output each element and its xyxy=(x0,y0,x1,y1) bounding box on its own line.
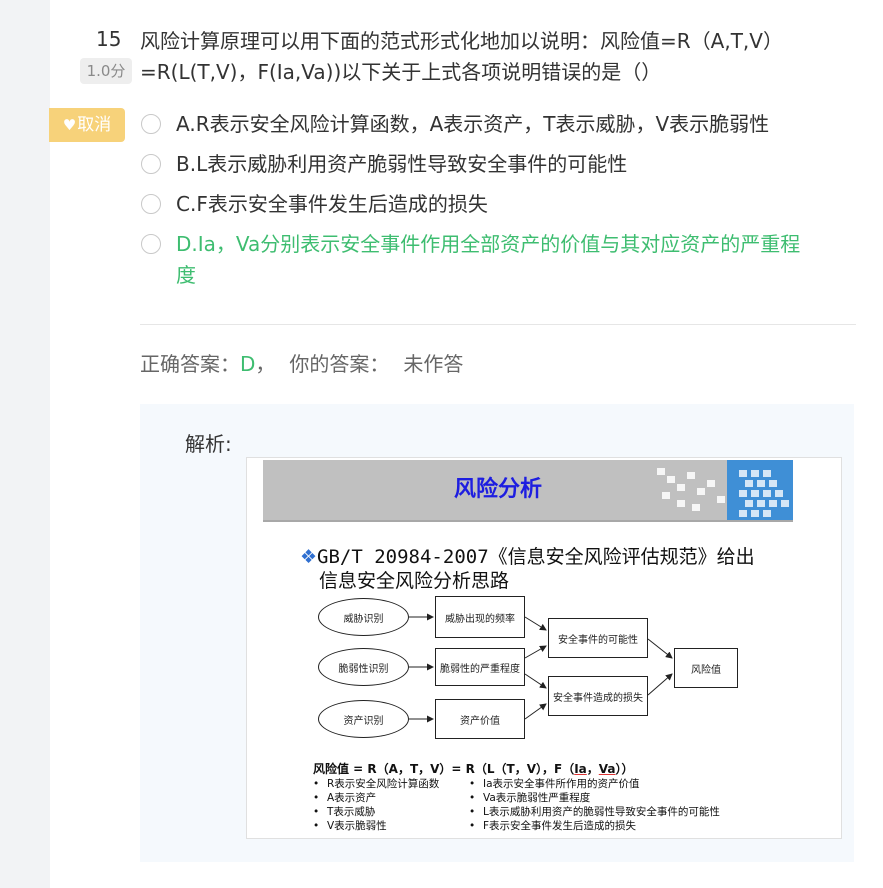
node-asset-identification: 资产识别 xyxy=(318,700,409,738)
node-vulnerability-identification: 脆弱性识别 xyxy=(318,648,409,686)
node-threat-frequency: 威胁出现的频率 xyxy=(435,596,525,638)
option-b-text: B.L表示威胁利用资产脆弱性导致安全事件的可能性 xyxy=(176,152,628,176)
legend-item: Va表示脆弱性严重程度 xyxy=(469,791,720,805)
correct-answer-value: D xyxy=(240,352,256,376)
favorite-label: 取消 xyxy=(77,115,112,135)
your-answer-label: 你的答案： xyxy=(289,352,390,376)
legend-item: A表示资产 xyxy=(313,791,439,805)
heart-icon: ♥ xyxy=(62,116,77,134)
option-b[interactable]: B.L表示威胁利用资产脆弱性导致安全事件的可能性 xyxy=(140,149,840,180)
left-sidebar-strip xyxy=(0,0,50,888)
option-c-text: C.F表示安全事件发生后造成的损失 xyxy=(176,192,488,216)
legend-left-list: R表示安全风险计算函数 A表示资产 T表示威胁 V表示脆弱性 xyxy=(313,777,439,833)
question-number: 15 xyxy=(96,27,122,51)
node-event-loss: 安全事件造成的损失 xyxy=(548,676,648,716)
option-a-text: A.R表示安全风险计算函数，A表示资产，T表示威胁，V表示脆弱性 xyxy=(176,112,770,136)
option-d[interactable]: D.Ia，Va分别表示安全事件作用全部资产的价值与其对应资产的严重程度 xyxy=(140,229,830,291)
legend-item: L表示威胁利用资产的脆弱性导致安全事件的可能性 xyxy=(469,805,720,819)
your-answer-value: 未作答 xyxy=(403,352,464,376)
node-asset-value: 资产价值 xyxy=(435,699,525,739)
question-score: 1.0分 xyxy=(80,58,132,84)
analysis-slide-image: 风险分析 ❖GB/T 20984-2007《信息安全风险评估规范》给出 信息安全… xyxy=(246,457,842,839)
legend-item: F表示安全事件发生后造成的损失 xyxy=(469,819,720,833)
section-divider xyxy=(140,324,856,325)
option-d-radio[interactable] xyxy=(141,234,161,254)
correct-answer-label: 正确答案： xyxy=(140,352,240,376)
option-b-radio[interactable] xyxy=(141,154,161,174)
legend-item: Ia表示安全事件所作用的资产价值 xyxy=(469,777,720,791)
node-vulnerability-severity: 脆弱性的严重程度 xyxy=(435,648,525,686)
option-a[interactable]: A.R表示安全风险计算函数，A表示资产，T表示威胁，V表示脆弱性 xyxy=(140,109,840,140)
node-risk-value: 风险值 xyxy=(674,648,738,688)
question-text: 风险计算原理可以用下面的范式形式化地加以说明：风险值=R（A,T,V）=R(L(… xyxy=(140,29,783,84)
risk-formula: 风险值 = R（A，T，V）= R（L（T，V），F（Ia，Va）） xyxy=(313,762,634,776)
answer-summary: 正确答案：D， 你的答案： 未作答 xyxy=(140,350,463,378)
legend-item: T表示威胁 xyxy=(313,805,439,819)
legend-right-list: Ia表示安全事件所作用的资产价值 Va表示脆弱性严重程度 L表示威胁利用资产的脆… xyxy=(469,777,720,833)
legend-item: R表示安全风险计算函数 xyxy=(313,777,439,791)
analysis-label: 解析: xyxy=(185,432,232,456)
option-a-radio[interactable] xyxy=(141,114,161,134)
node-threat-identification: 威胁识别 xyxy=(318,598,409,636)
option-c-radio[interactable] xyxy=(141,194,161,214)
favorite-cancel-button[interactable]: ♥取消 xyxy=(49,108,125,142)
option-c[interactable]: C.F表示安全事件发生后造成的损失 xyxy=(140,189,840,220)
option-d-text: D.Ia，Va分别表示安全事件作用全部资产的价值与其对应资产的严重程度 xyxy=(176,232,801,287)
legend-item: V表示脆弱性 xyxy=(313,819,439,833)
answer-separator: ， xyxy=(255,352,276,376)
node-event-likelihood: 安全事件的可能性 xyxy=(548,618,648,658)
